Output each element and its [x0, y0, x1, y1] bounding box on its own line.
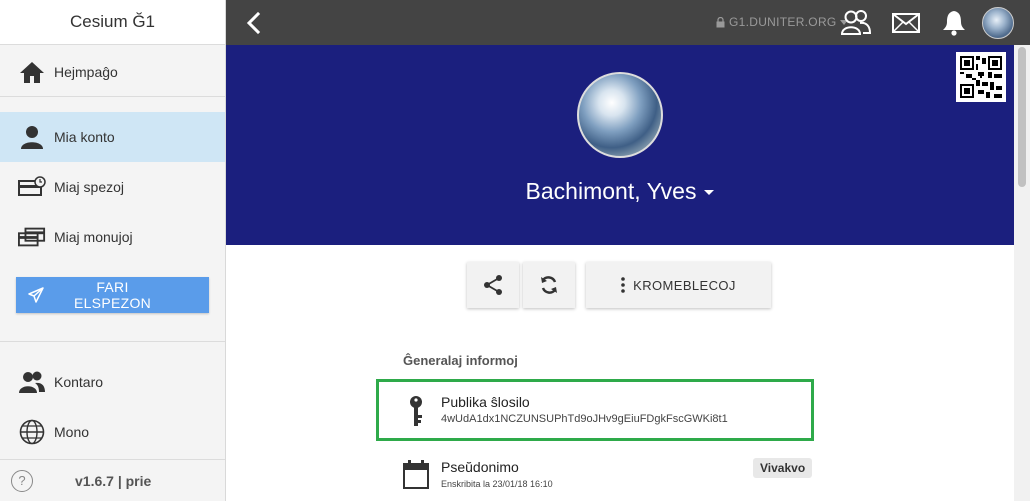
- scrollbar-thumb[interactable]: [1018, 47, 1026, 187]
- globe-icon: [18, 418, 46, 446]
- pseudonym-label: Pseŭdonimo: [441, 459, 519, 475]
- sidebar-item-label: Hejmpaĝo: [54, 64, 118, 80]
- pseudonym-item[interactable]: Pseŭdonimo Enskribita la 23/01/18 16:10: [380, 457, 812, 497]
- paper-plane-icon: [16, 287, 56, 303]
- share-icon: [482, 274, 504, 296]
- node-label: G1.DUNITER.ORG: [729, 15, 837, 29]
- top-bar: G1.DUNITER.ORG: [226, 0, 1030, 45]
- sidebar-item-currency[interactable]: Mono: [0, 407, 225, 457]
- share-button[interactable]: [467, 262, 519, 308]
- sidebar: Cesium Ğ1 Hejmpaĝo Mia konto Miaj spezoj…: [0, 0, 226, 501]
- key-icon: [402, 394, 430, 428]
- contacts-icon: [18, 368, 46, 396]
- profile-name: Bachimont, Yves: [525, 178, 697, 204]
- sidebar-divider: [0, 96, 225, 97]
- sidebar-item-my-transactions[interactable]: Miaj spezoj: [0, 162, 225, 212]
- pubkey-item[interactable]: Publika ŝlosilo 4wUdA1dx1NCZUNSUPhTd9oJH…: [380, 392, 812, 436]
- home-icon: [18, 58, 46, 86]
- version-about-link[interactable]: v1.6.7 | prie: [75, 473, 151, 489]
- back-icon[interactable]: [242, 11, 266, 35]
- more-options-button[interactable]: KROMEBLECOJ: [586, 262, 771, 308]
- users-icon[interactable]: [840, 7, 872, 39]
- sidebar-item-contacts[interactable]: Kontaro: [0, 357, 225, 407]
- pubkey-value: 4wUdA1dx1NCZUNSUPhTd9oJHv9gEiuFDgkFscGWK…: [441, 413, 728, 425]
- profile-name-menu[interactable]: Bachimont, Yves: [226, 178, 1014, 205]
- sidebar-item-label: Kontaro: [54, 374, 104, 390]
- sidebar-item-my-account[interactable]: Mia konto: [0, 112, 225, 162]
- avatar[interactable]: [982, 7, 1014, 39]
- send-payment-button[interactable]: FARI ELSPEZON: [16, 277, 209, 313]
- sidebar-item-label: Mono: [54, 424, 90, 440]
- help-icon[interactable]: ?: [11, 469, 33, 492]
- pseudonym-value-badge: Vivakvo: [753, 458, 813, 478]
- more-vertical-icon: [621, 277, 625, 293]
- calendar-icon: [402, 457, 430, 491]
- profile-header: Bachimont, Yves: [226, 45, 1014, 245]
- sidebar-footer: ? v1.6.7 | prie: [0, 459, 225, 501]
- app-title: Cesium Ğ1: [0, 0, 225, 45]
- pubkey-label: Publika ŝlosilo: [441, 394, 530, 410]
- user-icon: [18, 123, 46, 151]
- pseudonym-registered-date: Enskribita la 23/01/18 16:10: [441, 479, 553, 489]
- sidebar-item-my-wallets[interactable]: Miaj monujoj: [0, 212, 225, 262]
- qr-code[interactable]: [956, 52, 1006, 102]
- sidebar-item-home[interactable]: Hejmpaĝo: [0, 47, 225, 97]
- sidebar-item-label: Mia konto: [54, 129, 115, 145]
- mail-icon[interactable]: [890, 7, 922, 39]
- bell-icon[interactable]: [938, 7, 970, 39]
- sidebar-divider: [0, 341, 225, 342]
- refresh-icon: [539, 275, 559, 295]
- refresh-button[interactable]: [523, 262, 575, 308]
- profile-avatar: [577, 72, 663, 158]
- wallets-icon: [18, 223, 46, 251]
- node-selector[interactable]: G1.DUNITER.ORG: [716, 15, 848, 29]
- section-title: Ĝeneralaj informoj: [403, 353, 518, 368]
- more-options-label: KROMEBLECOJ: [633, 277, 736, 293]
- sidebar-item-label: Miaj monujoj: [54, 229, 133, 245]
- caret-down-icon: [704, 190, 715, 196]
- lock-icon: [716, 16, 725, 28]
- scrollbar[interactable]: [1014, 45, 1030, 501]
- card-history-icon: [18, 173, 46, 201]
- send-payment-label: FARI ELSPEZON: [73, 279, 152, 311]
- sidebar-item-label: Miaj spezoj: [54, 179, 125, 195]
